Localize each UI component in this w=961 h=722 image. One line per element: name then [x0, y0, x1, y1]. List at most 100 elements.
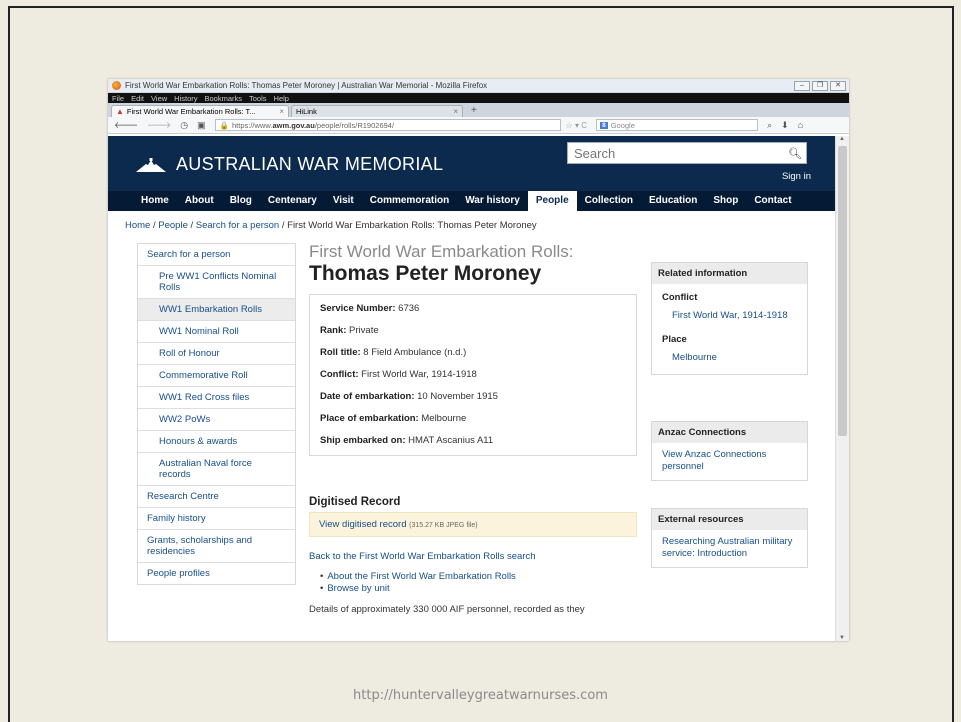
about-rolls-link[interactable]: About the First World War Embarkation Ro…: [327, 571, 637, 583]
nav-blog[interactable]: Blog: [222, 191, 260, 211]
history-clock-icon[interactable]: ◷: [180, 120, 188, 131]
nav-visit[interactable]: Visit: [325, 191, 362, 211]
nav-contact[interactable]: Contact: [746, 191, 799, 211]
bookmark-star-icon[interactable]: ☆ ▾ C: [566, 121, 587, 130]
external-resources-heading: External resources: [652, 509, 807, 530]
field-conflict: Conflict: First World War, 1914-1918: [320, 369, 477, 380]
menu-file[interactable]: File: [112, 94, 124, 103]
window-title: First World War Embarkation Rolls: Thoma…: [125, 81, 488, 90]
sidebar-item-family-history[interactable]: Family history: [138, 508, 295, 530]
external-resources-link[interactable]: Researching Australian military service:…: [652, 530, 807, 567]
title-bar: First World War Embarkation Rolls: Thoma…: [108, 79, 849, 93]
conflict-link[interactable]: First World War, 1914-1918: [652, 307, 807, 326]
browse-by-unit-link[interactable]: Browse by unit: [327, 583, 637, 595]
close-tab-icon[interactable]: ×: [453, 107, 458, 116]
sidebar-item-pre-ww1[interactable]: Pre WW1 Conflicts Nominal Rolls: [138, 266, 295, 299]
url-text: https://www.awm.gov.au/people/rolls/R190…: [232, 120, 395, 130]
back-to-search-link[interactable]: Back to the First World War Embarkation …: [309, 551, 637, 562]
site-search: 🔍︎: [567, 142, 807, 164]
sidebar-item-roll-of-honour[interactable]: Roll of Honour: [138, 343, 295, 365]
web-search-field[interactable]: 8 Google: [596, 119, 759, 131]
menu-tools[interactable]: Tools: [249, 94, 267, 103]
search-magnifier-icon[interactable]: ⌕: [767, 120, 772, 131]
breadcrumb-people[interactable]: People: [158, 220, 188, 231]
menu-history[interactable]: History: [174, 94, 197, 103]
tab-label: First World War Embarkation Rolls: T...: [126, 107, 256, 116]
sidebar-item-commemorative[interactable]: Commemorative Roll: [138, 365, 295, 387]
nav-collection[interactable]: Collection: [577, 191, 641, 211]
related-information-panel: Related information Conflict First World…: [651, 262, 808, 375]
field-roll-title: Roll title: 8 Field Ambulance (n.d.): [320, 347, 467, 358]
back-arrow-icon[interactable]: 🡐: [114, 120, 138, 131]
download-icon[interactable]: ⬇: [781, 120, 789, 131]
home-icon[interactable]: ⌂: [798, 120, 803, 130]
maximize-icon[interactable]: ❐: [812, 80, 828, 91]
sign-in-link[interactable]: Sign in: [782, 171, 811, 182]
field-ship: Ship embarked on: HMAT Ascanius A11: [320, 435, 494, 446]
record-main: First World War Embarkation Rolls: Thoma…: [309, 243, 637, 615]
menu-help[interactable]: Help: [274, 94, 289, 103]
close-icon[interactable]: ✕: [830, 80, 846, 91]
anzac-connections-link[interactable]: View Anzac Connections personnel: [652, 443, 807, 480]
breadcrumb: Home / People / Search for a person / Fi…: [125, 220, 537, 231]
tab-hilink[interactable]: HiLink ×: [291, 105, 463, 117]
nav-education[interactable]: Education: [641, 191, 705, 211]
nav-centenary[interactable]: Centenary: [260, 191, 325, 211]
sidebar-item-red-cross[interactable]: WW1 Red Cross files: [138, 387, 295, 409]
nav-people[interactable]: People: [527, 191, 577, 211]
sidebar-item-people-profiles[interactable]: People profiles: [138, 563, 295, 584]
digitised-file-meta: (315.27 KB JPEG file): [409, 522, 478, 529]
awm-logo[interactable]: AUSTRALIAN WAR MEMORIAL: [136, 154, 443, 175]
nav-war-history[interactable]: War history: [457, 191, 528, 211]
sidebar-item-grants[interactable]: Grants, scholarships and residencies: [138, 530, 295, 563]
menu-view[interactable]: View: [151, 94, 167, 103]
nav-about[interactable]: About: [177, 191, 222, 211]
logo-text: AUSTRALIAN WAR MEMORIAL: [176, 154, 444, 174]
navigation-toolbar: 🡐 🡒 ◷ ▣ 🔒 https://www.awm.gov.au/people/…: [108, 117, 849, 134]
external-resources-panel: External resources Researching Australia…: [651, 508, 808, 568]
tab-embarkation-rolls[interactable]: ▲ First World War Embarkation Rolls: T..…: [111, 105, 289, 117]
breadcrumb-search[interactable]: Search for a person: [196, 220, 279, 231]
google-icon: 8: [600, 121, 608, 129]
view-digitised-record-link[interactable]: View digitised record: [319, 519, 406, 530]
field-rank: Rank: Private: [320, 325, 379, 336]
sidebar-nav: Search for a person Pre WW1 Conflicts No…: [137, 243, 296, 585]
anzac-connections-heading: Anzac Connections: [652, 422, 807, 443]
scroll-up-icon[interactable]: ▲: [839, 136, 845, 142]
page-title: Thomas Peter Moroney: [309, 262, 542, 285]
awm-logo-icon: [136, 157, 166, 172]
sidebar-item-naval-force[interactable]: Australian Naval force records: [138, 453, 295, 486]
minimize-icon[interactable]: –: [794, 80, 810, 91]
url-bar[interactable]: 🔒 https://www.awm.gov.au/people/rolls/R1…: [214, 119, 561, 131]
field-date-of-embarkation: Date of embarkation: 10 November 1915: [320, 391, 498, 402]
forward-arrow-icon[interactable]: 🡒: [147, 120, 171, 131]
breadcrumb-home[interactable]: Home: [125, 220, 150, 231]
sidebar-item-honours[interactable]: Honours & awards: [138, 431, 295, 453]
sidebar-item-research-centre[interactable]: Research Centre: [138, 486, 295, 508]
firefox-icon: [112, 81, 121, 90]
sidebar-item-ww1-embarkation[interactable]: WW1 Embarkation Rolls: [138, 299, 295, 321]
search-input[interactable]: [568, 145, 768, 161]
field-place-of-embarkation: Place of embarkation: Melbourne: [320, 413, 467, 424]
sidebar-item-search[interactable]: Search for a person: [138, 244, 295, 266]
place-link[interactable]: Melbourne: [652, 349, 807, 374]
nav-home[interactable]: Home: [133, 191, 177, 211]
new-tab-icon[interactable]: +: [465, 105, 483, 117]
close-tab-icon[interactable]: ×: [279, 107, 284, 116]
menu-edit[interactable]: Edit: [131, 94, 144, 103]
page-scrollbar[interactable]: ▲ ▼: [835, 136, 849, 641]
menu-bookmarks[interactable]: Bookmarks: [205, 94, 243, 103]
digitised-record-box: View digitised record (315.27 KB JPEG fi…: [309, 512, 637, 537]
place-label: Place: [662, 334, 687, 345]
nav-shop[interactable]: Shop: [705, 191, 746, 211]
conflict-label: Conflict: [662, 292, 698, 303]
sidebar-item-ww2-pows[interactable]: WW2 PoWs: [138, 409, 295, 431]
nav-commemoration[interactable]: Commemoration: [362, 191, 457, 211]
search-icon[interactable]: 🔍︎: [784, 147, 806, 160]
scrollbar-thumb[interactable]: [838, 146, 847, 436]
reader-view-icon[interactable]: ▣: [197, 120, 206, 131]
scroll-down-icon[interactable]: ▼: [839, 635, 845, 641]
record-details-card: Service Number: 6736 Rank: Private Roll …: [309, 294, 637, 456]
sidebar-item-ww1-nominal[interactable]: WW1 Nominal Roll: [138, 321, 295, 343]
tab-bar: ▲ First World War Embarkation Rolls: T..…: [108, 103, 849, 117]
